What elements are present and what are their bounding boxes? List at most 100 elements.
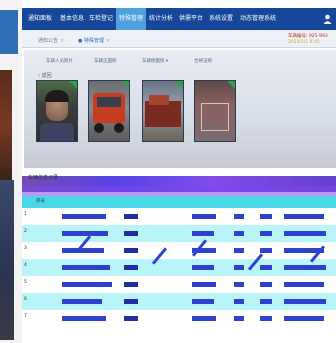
cell: [124, 316, 138, 321]
nav-item-dynamic-management[interactable]: 动态管理系统: [236, 8, 280, 30]
cell: [192, 316, 216, 321]
person-hair: [45, 90, 69, 102]
table-row[interactable]: 4: [22, 259, 336, 276]
cell: [192, 282, 216, 287]
cell: [62, 282, 112, 287]
nav-item-vehicle-register[interactable]: 车检登记: [86, 8, 116, 30]
alert-line-2: 2019/5/1 9:45: [288, 39, 320, 45]
tab-notice[interactable]: 通知公告 ×: [36, 36, 66, 46]
table-row[interactable]: 3: [22, 242, 336, 259]
vehicle-side-photo[interactable]: [142, 80, 184, 142]
photo-label-person[interactable]: 车辆人员照片: [46, 58, 73, 65]
nav-item-basic-info[interactable]: 基本信息: [58, 8, 86, 30]
cell: [234, 214, 244, 219]
truck-cargo: [149, 95, 169, 105]
cell: [284, 231, 326, 236]
cell: [234, 299, 244, 304]
cell: [284, 265, 326, 270]
cell: [260, 265, 272, 270]
cell: [192, 214, 216, 219]
cell: [62, 316, 106, 321]
tab-special-management[interactable]: ● 特殊管理 ×: [76, 36, 112, 46]
back-button[interactable]: ‹ 返回: [38, 72, 56, 80]
cell: [124, 248, 138, 253]
cell: [260, 299, 272, 304]
photo-status-flag-icon: [175, 81, 183, 89]
nav-item-special-management[interactable]: 特殊管理: [116, 8, 146, 30]
cell: [124, 265, 138, 270]
cell: [260, 316, 272, 321]
cell: [62, 231, 108, 236]
cell: [234, 282, 244, 287]
nav-item-notice[interactable]: 通知面板: [22, 8, 58, 30]
back-label: 返回: [41, 73, 52, 79]
photo-panel: 车辆人员照片 车辆正面照 车辆侧面照 ▾ 合格证照 ‹ 返回: [24, 50, 336, 168]
cell: [284, 214, 324, 219]
vehicle-front-photo[interactable]: [88, 80, 130, 142]
table-footer-space: [22, 322, 336, 343]
cell: [62, 299, 102, 304]
cell: [124, 214, 138, 219]
truck-wheel: [94, 123, 104, 133]
cell: [234, 316, 244, 321]
close-icon[interactable]: ×: [106, 38, 110, 44]
alert-line-1: 车辆编号: 925-993: [288, 34, 328, 39]
user-icon[interactable]: [323, 14, 332, 24]
row-index: 3: [24, 246, 27, 251]
photo-status-flag-icon: [121, 81, 129, 89]
photo-status-flag-icon: [227, 81, 235, 89]
photo-label-side[interactable]: 车辆侧面照 ▾: [142, 58, 168, 65]
app-window: 通知面板 基本信息 车检登记 特殊管理 统计分析 供需平台 系统设置 动态管理系…: [22, 0, 336, 343]
table-row[interactable]: 2: [22, 225, 336, 242]
row-index: 6: [24, 297, 27, 302]
photo-status-flag-icon: [69, 81, 77, 89]
cell: [234, 231, 244, 236]
cell: [234, 265, 244, 270]
photo-label-certificate[interactable]: 合格证照: [194, 58, 212, 65]
cell: [260, 231, 272, 236]
cell: [234, 248, 244, 253]
left-background-strip: [0, 0, 22, 343]
table-row[interactable]: 1: [22, 208, 336, 225]
row-index: 4: [24, 263, 27, 268]
table-row[interactable]: 5: [22, 276, 336, 293]
cell: [260, 248, 272, 253]
cell: [192, 299, 214, 304]
person-photo[interactable]: [36, 80, 78, 142]
left-strip-image-fragment: [0, 70, 12, 180]
left-strip-dark-fragment: [0, 180, 14, 340]
cell: [260, 214, 272, 219]
cell: [284, 299, 326, 304]
table-header: 序号: [22, 196, 336, 208]
top-navigation-bar: 通知面板 基本信息 车检登记 特殊管理 统计分析 供需平台 系统设置 动态管理系…: [22, 8, 336, 30]
cell: [284, 282, 324, 287]
nav-item-system-settings[interactable]: 系统设置: [206, 8, 236, 30]
cell: [192, 231, 214, 236]
truck-wheel: [114, 123, 124, 133]
row-index: 5: [24, 280, 27, 285]
truck-windshield: [97, 97, 121, 107]
tab-notice-label: 通知公告: [38, 38, 59, 44]
table-row[interactable]: 6: [22, 293, 336, 310]
certificate-photo[interactable]: [194, 80, 236, 142]
tab-special-label: ● 特殊管理: [78, 38, 104, 44]
certificate-frame: [201, 103, 229, 131]
cell: [260, 282, 272, 287]
nav-item-supply-platform[interactable]: 供需平台: [176, 8, 206, 30]
table-header-index: 序号: [36, 199, 45, 204]
person-shirt: [40, 123, 74, 141]
cell: [62, 265, 110, 270]
row-index: 7: [24, 314, 27, 319]
row-index: 2: [24, 229, 27, 234]
cell: [62, 248, 104, 253]
nav-item-statistics[interactable]: 统计分析: [146, 8, 176, 30]
photo-label-front[interactable]: 车辆正面照: [94, 58, 117, 65]
cell: [124, 231, 138, 236]
left-strip-blue-block: [0, 10, 18, 54]
section-title: 车辆信息记录: [28, 175, 59, 181]
cell: [284, 316, 324, 321]
close-icon[interactable]: ×: [60, 38, 64, 44]
alert-notice: 车辆编号: 925-993 2019/5/1 9:45: [288, 34, 334, 45]
cell: [62, 214, 106, 219]
cell: [192, 265, 214, 270]
